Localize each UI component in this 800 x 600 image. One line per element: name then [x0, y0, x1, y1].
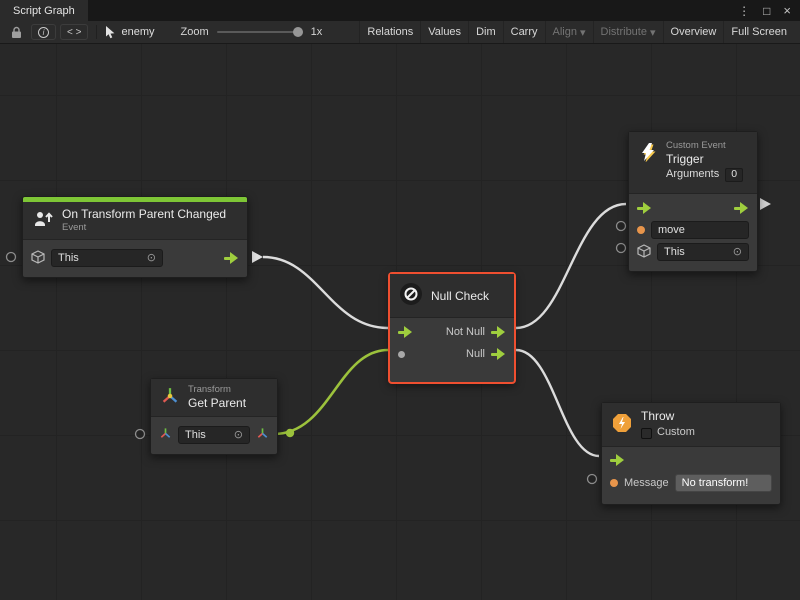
maximize-icon[interactable]: □: [763, 5, 770, 17]
message-field[interactable]: No transform!: [675, 474, 772, 492]
message-value: No transform!: [682, 477, 749, 489]
null-check-icon: [399, 282, 423, 309]
zoom-value: 1x: [311, 26, 323, 38]
arguments-count-field[interactable]: 0: [725, 168, 743, 182]
target-dropdown[interactable]: This ⊙: [657, 243, 749, 261]
code-view-button[interactable]: < >: [60, 24, 88, 40]
event-target-port[interactable]: [7, 253, 16, 262]
custom-checkbox[interactable]: [641, 428, 652, 439]
message-label: Message: [624, 477, 669, 489]
arguments-label: Arguments: [666, 168, 719, 182]
graph-name-label: enemy: [121, 26, 154, 38]
flow-input-port[interactable]: [398, 326, 413, 338]
close-icon[interactable]: ×: [783, 4, 791, 17]
null-output-port[interactable]: [491, 348, 506, 360]
node-category: Custom Event: [666, 140, 743, 152]
zoom-slider[interactable]: [217, 31, 303, 33]
flow-input-port[interactable]: [610, 454, 625, 466]
cursor-icon: [105, 26, 116, 39]
throw-exception-icon: [611, 412, 633, 437]
string-port-dot[interactable]: [610, 479, 618, 487]
custom-label: Custom: [657, 426, 695, 440]
window-controls: ⋮ □ ×: [729, 0, 800, 21]
null-label: Null: [466, 348, 485, 360]
tab-script-graph[interactable]: Script Graph: [0, 0, 88, 21]
not-null-output-port[interactable]: [491, 326, 506, 338]
wire-notnull-to-trigger: [516, 204, 626, 328]
toolbar-button-group: Relations Values Dim Carry Align▾ Distri…: [359, 21, 794, 43]
relations-button[interactable]: Relations: [359, 21, 420, 43]
transform-parent-changed-icon: [32, 208, 54, 233]
graph-reference[interactable]: enemy: [105, 26, 154, 39]
graph-toolbar: i < > enemy Zoom 1x Relations Values Dim…: [0, 21, 800, 44]
node-title: Throw: [641, 409, 695, 424]
wire-event-to-nullcheck: [263, 257, 388, 328]
node-trigger-custom-event[interactable]: Custom Event Trigger Arguments 0 move: [628, 131, 758, 272]
object-picker-icon[interactable]: ⊙: [733, 247, 742, 258]
target-value: This: [664, 246, 685, 258]
distribute-dropdown[interactable]: Distribute▾: [593, 21, 663, 43]
dim-button[interactable]: Dim: [468, 21, 503, 43]
node-subtitle: Event: [62, 222, 226, 234]
object-picker-icon[interactable]: ⊙: [234, 430, 243, 441]
node-title: Trigger: [666, 152, 743, 167]
info-button[interactable]: i: [31, 24, 56, 40]
zoom-label: Zoom: [181, 26, 209, 38]
target-dropdown[interactable]: This ⊙: [178, 426, 250, 444]
not-null-label: Not Null: [446, 326, 485, 338]
node-null-check[interactable]: Null Check Not Null Null: [389, 273, 515, 383]
node-title: Null Check: [431, 289, 489, 303]
flow-input-port[interactable]: [637, 202, 652, 214]
wire-null-to-throw: [516, 350, 599, 456]
object-picker-icon[interactable]: ⊙: [147, 253, 156, 264]
trigger-target-port[interactable]: [617, 244, 626, 253]
value-wire-dot: [286, 429, 294, 437]
value-input-port[interactable]: [398, 351, 405, 358]
transform-output-port[interactable]: [256, 427, 269, 443]
getparent-target-port[interactable]: [136, 430, 145, 439]
node-title: On Transform Parent Changed: [62, 207, 226, 222]
graph-canvas[interactable]: On Transform Parent Changed Event This ⊙: [0, 44, 800, 600]
lock-icon[interactable]: [6, 26, 27, 39]
tab-bar: Script Graph ⋮ □ ×: [0, 0, 800, 21]
trigger-name-port[interactable]: [617, 222, 626, 231]
target-value: This: [185, 429, 206, 441]
node-title: Get Parent: [188, 396, 246, 411]
flow-output-port[interactable]: [224, 252, 239, 264]
code-icon: < >: [67, 27, 81, 38]
event-output-port-triangle[interactable]: [252, 251, 263, 263]
zoom-slider-handle[interactable]: [293, 27, 303, 37]
custom-event-icon: [638, 142, 658, 165]
node-on-transform-parent-changed[interactable]: On Transform Parent Changed Event This ⊙: [22, 196, 248, 278]
node-throw[interactable]: Throw Custom Message No transform!: [601, 402, 781, 505]
zoom-control: Zoom 1x: [181, 26, 323, 38]
cube-icon: [31, 250, 45, 267]
fullscreen-button[interactable]: Full Screen: [723, 21, 794, 43]
target-dropdown[interactable]: This ⊙: [51, 249, 163, 267]
chevron-down-icon: ▾: [650, 26, 656, 39]
overview-button[interactable]: Overview: [663, 21, 724, 43]
wire-getparent-to-nullcheck: [274, 350, 388, 434]
cube-icon: [637, 244, 651, 261]
info-icon: i: [38, 27, 49, 38]
menu-icon[interactable]: ⋮: [738, 5, 750, 17]
throw-message-port[interactable]: [588, 475, 597, 484]
event-name-value: move: [658, 224, 685, 236]
flow-output-port[interactable]: [734, 202, 749, 214]
transform-port-icon[interactable]: [159, 427, 172, 443]
script-graph-window: Script Graph ⋮ □ × i < > enemy Zoom 1x: [0, 0, 800, 600]
node-category: Transform: [188, 384, 246, 396]
string-port-dot[interactable]: [637, 226, 645, 234]
chevron-down-icon: ▾: [580, 26, 586, 39]
transform-icon: [160, 386, 180, 409]
target-value: This: [58, 252, 79, 264]
event-name-field[interactable]: move: [651, 221, 749, 239]
trigger-output-port-triangle[interactable]: [760, 198, 771, 210]
align-dropdown[interactable]: Align▾: [545, 21, 593, 43]
toolbar-separator: [96, 25, 97, 39]
node-get-parent[interactable]: Transform Get Parent This ⊙: [150, 378, 278, 455]
carry-button[interactable]: Carry: [503, 21, 545, 43]
values-button[interactable]: Values: [420, 21, 468, 43]
tab-label: Script Graph: [13, 5, 75, 17]
